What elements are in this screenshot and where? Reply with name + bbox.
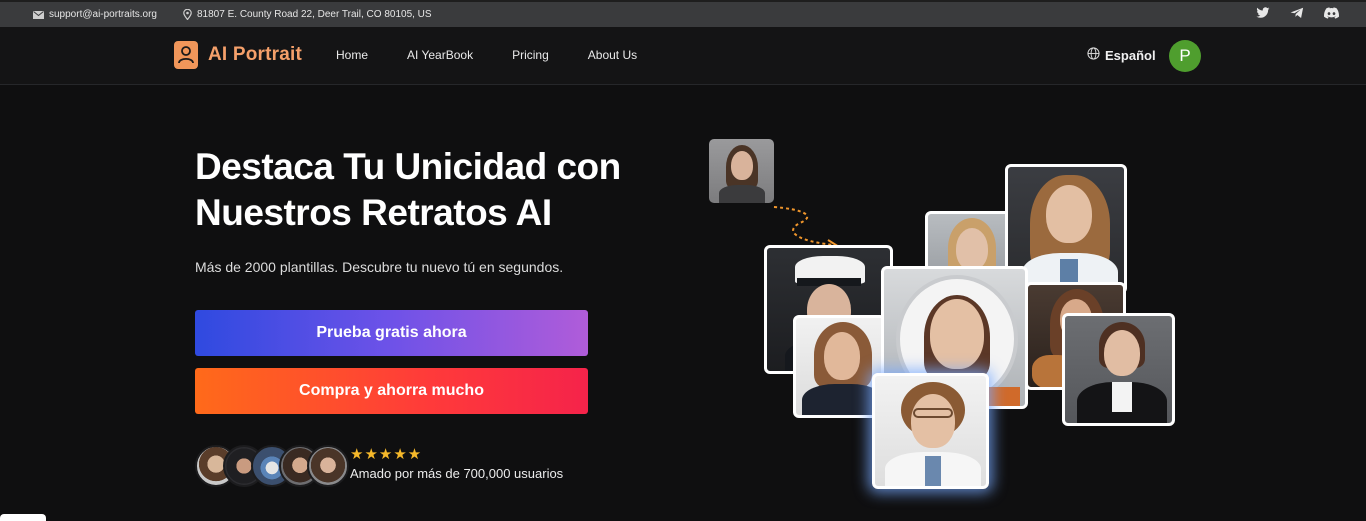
page: support@ai-portraits.org 81807 E. County… (0, 0, 1366, 521)
main-navigation: AI Portrait Home AI YearBook Pricing Abo… (0, 27, 1366, 85)
hero-title-line-2: Nuestros Retratos AI (195, 192, 552, 233)
location-pin-icon (183, 9, 192, 20)
portrait-businesswoman (1062, 313, 1175, 426)
rating-block: ★★★★★ Amado por más de 700,000 usuarios (350, 446, 564, 481)
star-rating: ★★★★★ (350, 446, 423, 463)
buy-and-save-button[interactable]: Compra y ahorra mucho (195, 368, 588, 414)
email-text: support@ai-portraits.org (49, 9, 157, 20)
telegram-icon[interactable] (1290, 7, 1306, 21)
connector-arrow (773, 206, 839, 250)
hero-subtitle: Más de 2000 plantillas. Descubre tu nuev… (195, 259, 564, 275)
social-links (1256, 7, 1340, 21)
user-avatar[interactable]: P (1169, 40, 1201, 72)
nav-link-pricing[interactable]: Pricing (512, 48, 549, 62)
twitter-icon[interactable] (1256, 7, 1272, 21)
nav-links: Home AI YearBook Pricing About Us (336, 48, 637, 62)
language-selector[interactable]: Español (1087, 47, 1156, 63)
nav-link-about-us[interactable]: About Us (588, 48, 637, 62)
hero-title: Destaca Tu Unicidad con Nuestros Retrato… (195, 144, 665, 236)
mail-icon (33, 10, 44, 19)
contact-address: 81807 E. County Road 22, Deer Trail, CO … (183, 9, 432, 20)
portrait-scientist (872, 373, 989, 489)
hero-title-line-1: Destaca Tu Unicidad con (195, 146, 621, 187)
source-selfie-photo (709, 139, 774, 203)
discord-icon[interactable] (1324, 7, 1340, 21)
corner-widget[interactable] (0, 514, 46, 521)
user-avatar-5 (307, 445, 349, 487)
globe-icon (1087, 47, 1100, 63)
contact-email[interactable]: support@ai-portraits.org (33, 9, 157, 20)
address-text: 81807 E. County Road 22, Deer Trail, CO … (197, 9, 432, 20)
top-info-bar: support@ai-portraits.org 81807 E. County… (0, 0, 1366, 27)
brand-name: AI Portrait (208, 44, 303, 65)
brand-logo[interactable]: AI Portrait (174, 41, 302, 69)
social-proof-text: Amado por más de 700,000 usuarios (350, 466, 564, 481)
try-free-button[interactable]: Prueba gratis ahora (195, 310, 588, 356)
nav-link-home[interactable]: Home (336, 48, 368, 62)
portrait-logo-icon (174, 41, 198, 69)
user-avatars-group (195, 445, 349, 487)
nav-link-ai-yearbook[interactable]: AI YearBook (407, 48, 473, 62)
language-label: Español (1105, 47, 1156, 63)
